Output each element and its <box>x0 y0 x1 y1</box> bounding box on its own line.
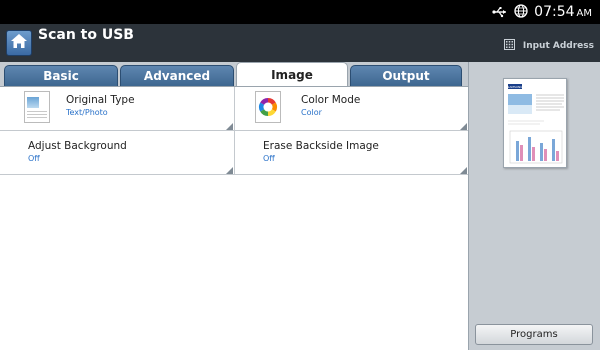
home-icon <box>10 33 28 53</box>
globe-icon <box>514 3 528 22</box>
options-row: Adjust Background Off Erase Backside Ima… <box>0 131 468 175</box>
color-mode-option[interactable]: Color Mode Color <box>234 87 468 131</box>
original-type-value: Text/Photo <box>66 108 108 117</box>
adjust-background-label: Adjust Background <box>28 140 127 152</box>
app-header: Scan to USB Input Address <box>0 24 600 62</box>
page-title: Scan to USB <box>38 27 134 43</box>
status-time-value: 07:54 <box>534 4 575 20</box>
more-options-corner-icon <box>226 123 233 130</box>
more-options-corner-icon <box>226 167 233 174</box>
color-mode-value: Color <box>301 108 322 117</box>
erase-backside-option[interactable]: Erase Backside Image Off <box>234 131 468 175</box>
document-icon <box>24 91 50 123</box>
status-time: 07:54 AM <box>534 4 592 20</box>
original-type-label: Original Type <box>66 94 135 106</box>
tab-output[interactable]: Output <box>350 65 462 86</box>
input-address-label: Input Address <box>522 41 594 51</box>
preview-sidebar: SAMSUNG Programs <box>468 62 600 350</box>
usb-icon <box>492 3 508 22</box>
preview-page-graphic: SAMSUNG <box>507 84 564 164</box>
tab-advanced[interactable]: Advanced <box>120 65 234 86</box>
status-bar: 07:54 AM <box>0 0 600 24</box>
preview-brand: SAMSUNG <box>507 85 523 89</box>
adjust-background-option[interactable]: Adjust Background Off <box>0 131 234 175</box>
original-type-option[interactable]: Original Type Text/Photo <box>0 87 234 131</box>
tab-image[interactable]: Image <box>236 62 348 86</box>
programs-button[interactable]: Programs <box>475 324 593 345</box>
options-row: Original Type Text/Photo Color Mode Colo… <box>0 87 468 131</box>
more-options-corner-icon <box>460 123 467 130</box>
erase-backside-value: Off <box>263 154 275 163</box>
input-address-button[interactable]: Input Address <box>503 39 594 53</box>
page-preview[interactable]: SAMSUNG <box>503 78 567 168</box>
tab-bar: Basic Advanced Image Output <box>0 62 468 86</box>
color-mode-label: Color Mode <box>301 94 361 106</box>
options-panel: Original Type Text/Photo Color Mode Colo… <box>0 86 468 350</box>
tab-basic[interactable]: Basic <box>4 65 118 86</box>
more-options-corner-icon <box>460 167 467 174</box>
keypad-icon <box>503 39 515 53</box>
home-button[interactable] <box>6 30 32 56</box>
color-wheel-icon <box>255 91 281 123</box>
erase-backside-label: Erase Backside Image <box>263 140 379 152</box>
status-icons: 07:54 AM <box>492 0 592 24</box>
status-time-ampm: AM <box>576 8 592 19</box>
adjust-background-value: Off <box>28 154 40 163</box>
